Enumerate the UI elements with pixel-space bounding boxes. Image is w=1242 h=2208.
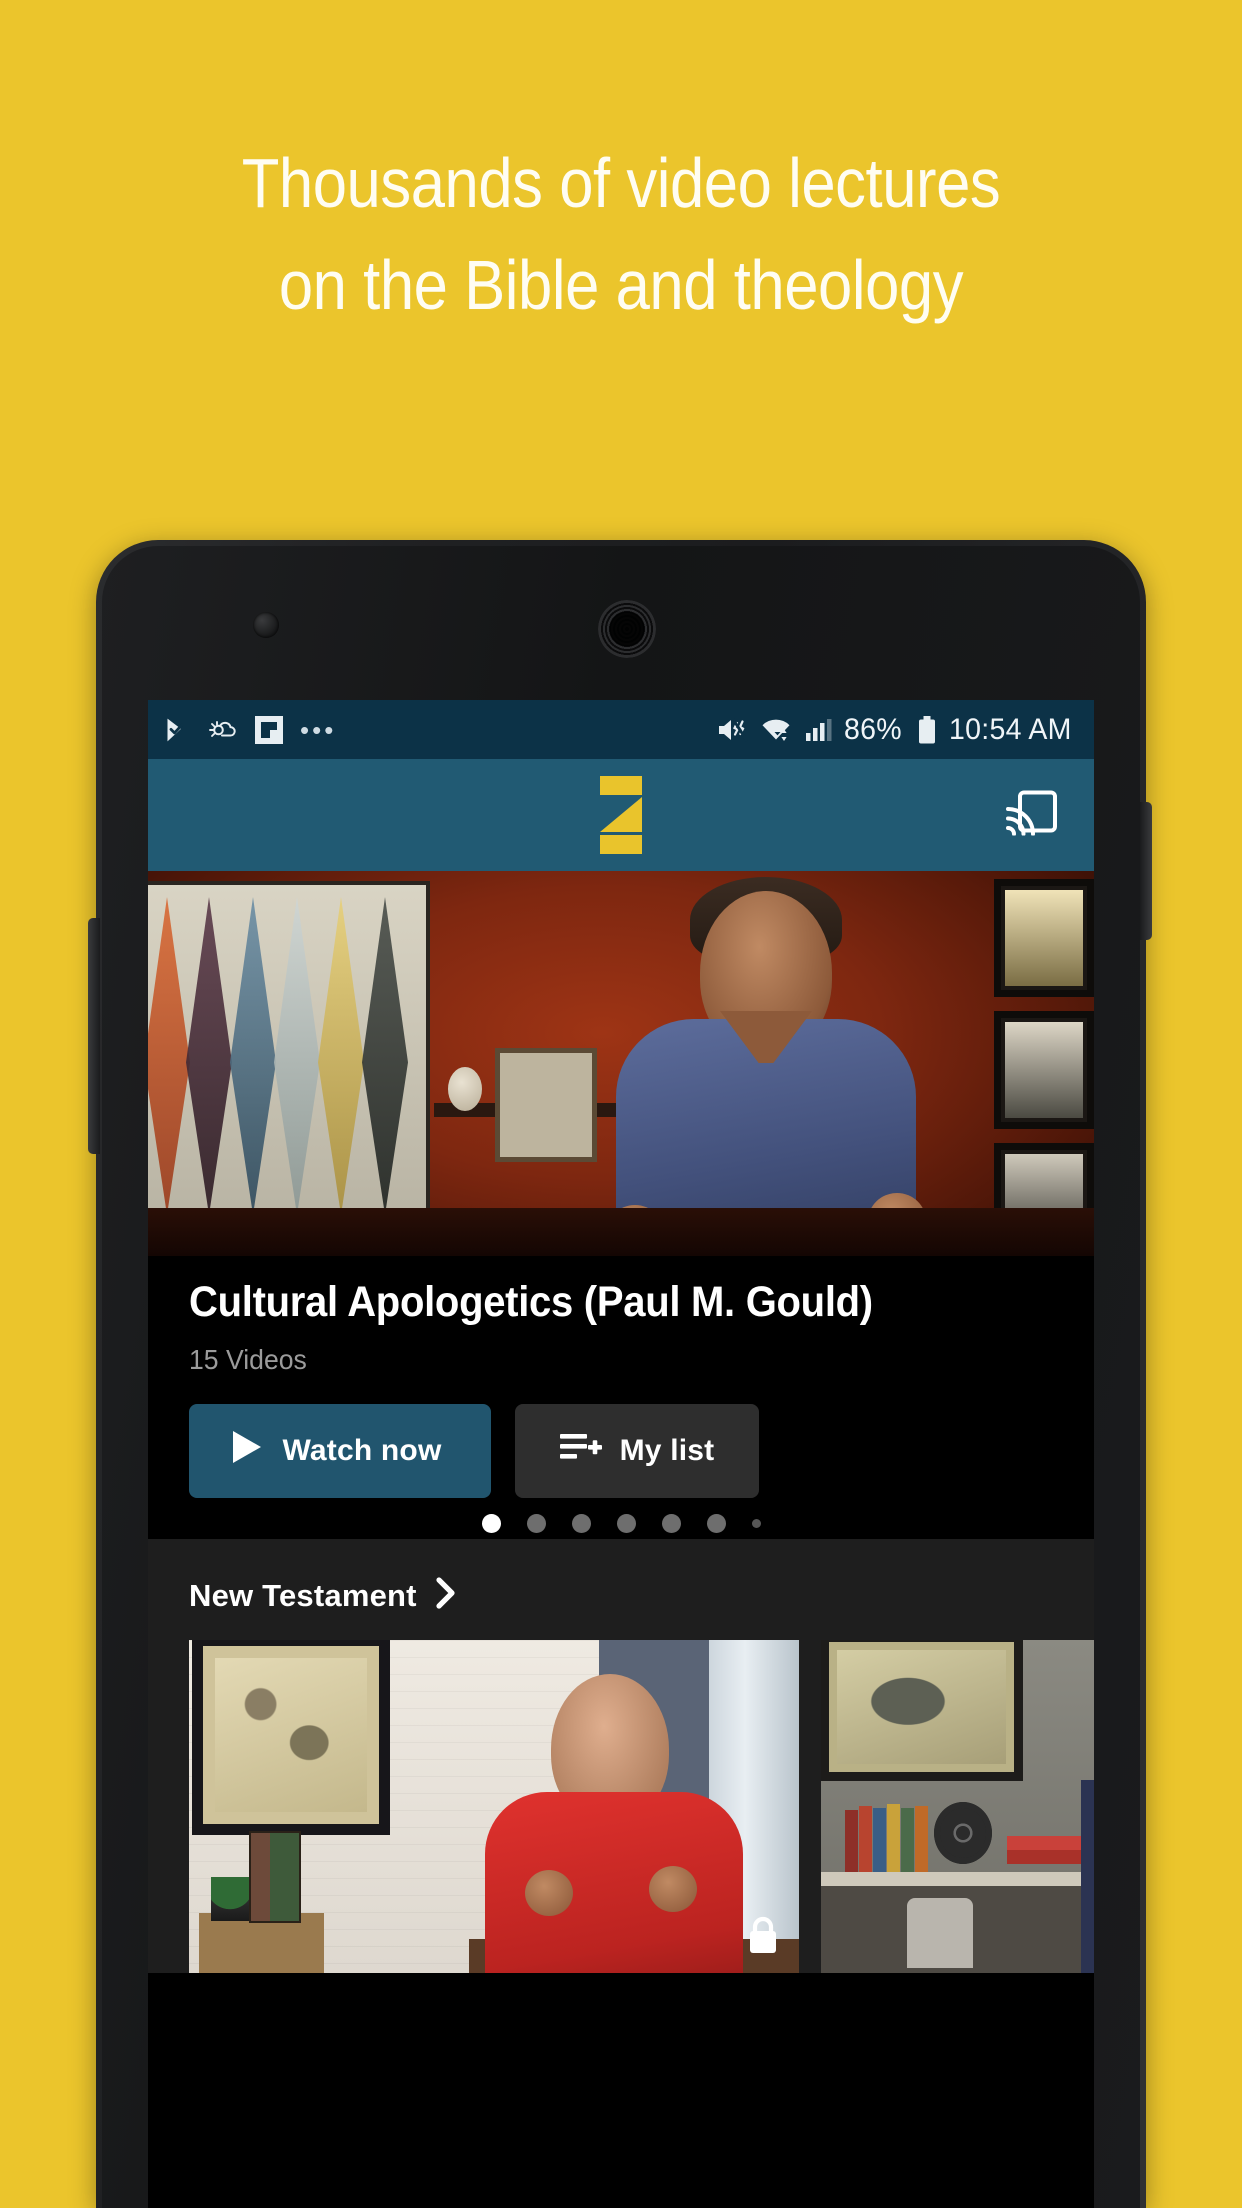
- battery-icon: [917, 715, 937, 745]
- pager-dot[interactable]: [526, 1514, 546, 1533]
- framed-map: [203, 1646, 379, 1824]
- watch-now-label: Watch now: [282, 1434, 442, 1467]
- my-list-button[interactable]: My list: [515, 1404, 759, 1498]
- lecturer-figure: [485, 1662, 743, 1973]
- hero-action-buttons: Watch now My list: [189, 1404, 759, 1498]
- earpiece-speaker-icon: [598, 600, 656, 658]
- weather-icon: [208, 716, 238, 744]
- app-logo[interactable]: [600, 776, 642, 854]
- volume-mute-icon: [716, 716, 749, 744]
- headline-line-2: on the Bible and theology: [278, 246, 964, 324]
- phone-screen: ••• 86% 10:54 AM Cultural Apologetics (P…: [148, 700, 1094, 2208]
- my-list-label: My list: [619, 1434, 715, 1467]
- status-clock: 10:54 AM: [948, 712, 1072, 746]
- row-card-list[interactable]: [148, 1640, 1094, 1973]
- status-bar: ••• 86% 10:54 AM: [148, 700, 1094, 759]
- hero-thumbnail-image[interactable]: [148, 871, 1094, 1256]
- carousel-pager-dots[interactable]: [148, 1514, 1094, 1533]
- row-header[interactable]: New Testament: [148, 1539, 1094, 1640]
- pager-dot[interactable]: [616, 1514, 636, 1533]
- content-row-new-testament: New Testament: [148, 1539, 1094, 1973]
- volume-button[interactable]: [88, 918, 100, 1154]
- pager-dot[interactable]: [706, 1514, 726, 1533]
- lock-icon: [745, 1913, 781, 1957]
- power-button[interactable]: [1140, 802, 1152, 940]
- hero-featured-banner[interactable]: Cultural Apologetics (Paul M. Gould) 15 …: [148, 871, 1094, 1539]
- hero-subtitle: 15 Videos: [189, 1344, 307, 1375]
- promo-headline: Thousands of video lectures on the Bible…: [75, 132, 1168, 336]
- card-new-testament-1[interactable]: [189, 1640, 799, 1973]
- framed-picture-2: [994, 1011, 1094, 1129]
- headline-line-1: Thousands of video lectures: [241, 144, 1001, 222]
- app-bar: [148, 759, 1094, 871]
- framed-map: [829, 1642, 1014, 1772]
- card-new-testament-2[interactable]: [821, 1640, 1094, 1973]
- status-bar-right-icons: 86% 10:54 AM: [716, 713, 1078, 747]
- chromecast-icon[interactable]: [1006, 790, 1058, 841]
- wifi-icon: [760, 716, 792, 744]
- playlist-add-icon: [559, 1430, 602, 1472]
- play-update-icon: [164, 716, 192, 744]
- film-reel: [934, 1802, 992, 1864]
- hero-metadata: Cultural Apologetics (Paul M. Gould) 15 …: [148, 1256, 1094, 1539]
- play-icon: [230, 1429, 264, 1473]
- framed-picture-1: [994, 879, 1094, 997]
- front-camera-icon: [253, 612, 279, 638]
- pager-dot[interactable]: [751, 1519, 761, 1528]
- cellular-signal-icon: [804, 716, 832, 744]
- row-title: New Testament: [189, 1577, 417, 1613]
- pager-dot[interactable]: [481, 1514, 501, 1533]
- pager-dot[interactable]: [661, 1514, 681, 1533]
- decorative-painting: [148, 885, 426, 1215]
- pager-dot[interactable]: [571, 1514, 591, 1533]
- watch-now-button[interactable]: Watch now: [189, 1404, 491, 1498]
- status-bar-left-icons: •••: [164, 715, 336, 745]
- hero-title: Cultural Apologetics (Paul M. Gould): [189, 1278, 873, 1326]
- status-overflow-icon: •••: [300, 714, 337, 745]
- battery-percent-label: 86%: [843, 712, 902, 746]
- flipboard-icon: [254, 715, 284, 745]
- chevron-right-icon[interactable]: [435, 1577, 457, 1614]
